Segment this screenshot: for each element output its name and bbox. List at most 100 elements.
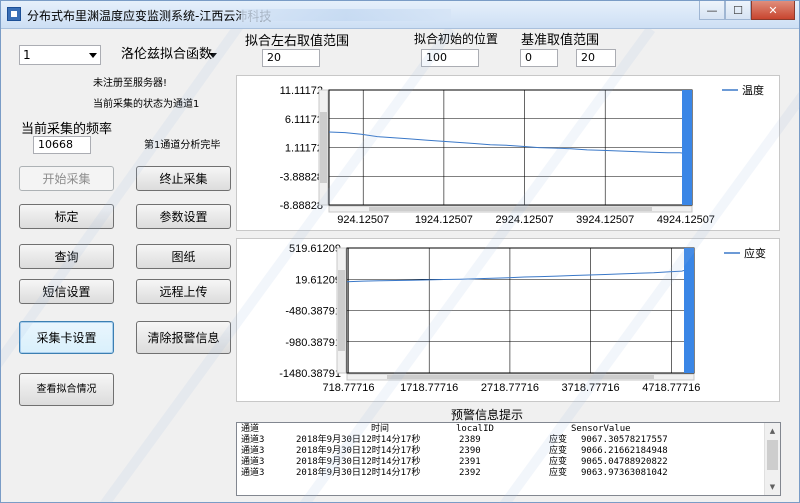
row-local-id: 2389 xyxy=(459,435,481,445)
temperature-chart: 11.11172 6.11172 1.11172 -3.88828 -8.88828 92… xyxy=(236,75,780,231)
list-item[interactable]: 通道3 2018年9月30日12时14分17秒 2389 应变 9067.305… xyxy=(241,435,668,446)
alarm-header-row: 通道 时间 localID SensorValue xyxy=(241,424,631,435)
right-edge-bar xyxy=(684,248,694,373)
row-type: 应变 xyxy=(549,435,568,445)
x-tick-label: 2718.77716 xyxy=(481,382,539,394)
x-tick-label: 2924.12507 xyxy=(495,214,553,226)
temperature-chart-svg: 11.11172 6.11172 1.11172 -3.88828 -8.88828 92… xyxy=(280,83,764,226)
freq-value-field[interactable]: 10668 xyxy=(33,136,91,154)
row-channel: 通道3 xyxy=(241,435,265,445)
y-tick-label: -3.88828 xyxy=(280,171,323,183)
row-time: 2018年9月30日12时14分17秒 xyxy=(296,435,421,445)
channel-select-value: 1 xyxy=(23,48,31,62)
window-controls: — ☐ ✕ xyxy=(699,1,795,21)
freq-label: 当前采集的频率 xyxy=(21,122,113,137)
header-sensor-value: SensorValue xyxy=(571,424,631,434)
legend-label: 应变 xyxy=(744,246,766,260)
row-time: 2018年9月30日12时14分17秒 xyxy=(296,446,421,456)
base-min-field[interactable]: 0 xyxy=(520,49,558,67)
row-value: 9067.30578217557 xyxy=(581,435,668,445)
base-range-label: 基准取值范围 xyxy=(521,33,600,48)
list-item[interactable]: 通道3 2018年9月30日12时14分17秒 2392 应变 9063.973… xyxy=(241,468,668,479)
channel-select[interactable]: 1 xyxy=(19,45,101,65)
scroll-up-icon[interactable]: ▲ xyxy=(765,423,780,439)
base-max-field[interactable]: 20 xyxy=(576,49,616,67)
y-tick-label: -480.38791 xyxy=(285,306,341,318)
x-scroll-thumb xyxy=(369,207,652,211)
y-tick-label: 19.61209 xyxy=(295,274,341,286)
fit-function-value: 洛伦兹拟合函数 xyxy=(121,47,213,62)
y-tick-label: 11.11172 xyxy=(280,85,323,97)
title-bar: 分布式布里渊温度应变监测系统-江西云沛科技 — ☐ ✕ xyxy=(1,1,799,29)
fit-range-field[interactable]: 20 xyxy=(262,49,320,67)
card-settings-button[interactable]: 采集卡设置 xyxy=(19,321,114,354)
window-title: 分布式布里渊温度应变监测系统-江西云沛科技 xyxy=(27,9,272,23)
row-local-id: 2392 xyxy=(459,468,481,478)
x-tick-label: 4718.77716 xyxy=(642,382,700,394)
row-type: 应变 xyxy=(549,468,568,478)
remote-upload-button[interactable]: 远程上传 xyxy=(136,279,231,304)
fit-start-field[interactable]: 100 xyxy=(421,49,479,67)
start-acquire-button[interactable]: 开始采集 xyxy=(19,166,114,191)
legend-label: 温度 xyxy=(742,83,764,97)
fit-start-label: 拟合初始的位置 xyxy=(414,32,499,46)
row-local-id: 2390 xyxy=(459,446,481,456)
y-tick-label: 6.11172 xyxy=(285,114,323,126)
params-button[interactable]: 参数设置 xyxy=(136,204,231,229)
y-tick-label: -1480.38791 xyxy=(279,368,341,380)
channel-done-label: 第1通道分析完毕 xyxy=(144,140,221,151)
query-button[interactable]: 查询 xyxy=(19,244,114,269)
sms-settings-button[interactable]: 短信设置 xyxy=(19,279,114,304)
list-item[interactable]: 通道3 2018年9月30日12时14分17秒 2390 应变 9066.216… xyxy=(241,446,668,457)
alarm-title: 预警信息提示 xyxy=(451,408,524,422)
stop-acquire-button[interactable]: 终止采集 xyxy=(136,166,231,191)
drawing-button[interactable]: 图纸 xyxy=(136,244,231,269)
scroll-down-icon[interactable]: ▼ xyxy=(765,479,780,495)
row-type: 应变 xyxy=(549,457,568,467)
status-channel: 当前采集的状态为通道1 xyxy=(93,99,200,110)
x-tick-label: 3718.77716 xyxy=(562,382,620,394)
chevron-down-icon xyxy=(209,53,217,58)
y-tick-label: -980.38791 xyxy=(285,337,341,349)
row-time: 2018年9月30日12时14分17秒 xyxy=(296,468,421,478)
strain-chart: 519.61209 19.61209 -480.38791 -980.38791 -14… xyxy=(236,238,780,402)
maximize-button[interactable]: ☐ xyxy=(725,1,751,20)
y-tick-label: 519.61209 xyxy=(289,243,341,255)
view-fit-button[interactable]: 查看拟合情况 xyxy=(19,373,114,406)
x-tick-label: 3924.12507 xyxy=(576,214,634,226)
fit-range-label: 拟合左右取值范围 xyxy=(245,34,350,49)
status-not-registered: 未注册至服务器! xyxy=(93,78,168,89)
row-channel: 通道3 xyxy=(241,468,265,478)
right-edge-bar xyxy=(682,90,692,205)
alarm-list[interactable]: 通道 时间 localID SensorValue 通道3 2018年9月30日… xyxy=(236,422,781,496)
x-tick-label: 718.77716 xyxy=(323,382,375,394)
header-channel: 通道 xyxy=(241,424,260,434)
x-tick-label: 1718.77716 xyxy=(400,382,458,394)
scroll-thumb[interactable] xyxy=(767,440,778,470)
row-value: 9066.21662184948 xyxy=(581,446,668,456)
alarm-list-scrollbar[interactable]: ▲ ▼ xyxy=(764,423,780,495)
fit-function-select[interactable]: 洛伦兹拟合函数 xyxy=(117,45,221,65)
row-value: 9065.04788920822 xyxy=(581,457,668,467)
row-value: 9063.97363081042 xyxy=(581,468,668,478)
y-tick-label: 1.11172 xyxy=(285,143,323,155)
main-window: 分布式布里渊温度应变监测系统-江西云沛科技 — ☐ ✕ 1 洛伦兹拟合函数 未注… xyxy=(0,0,800,503)
x-scroll-thumb xyxy=(387,375,654,379)
y-scroll-thumb xyxy=(320,112,327,183)
minimize-button[interactable]: — xyxy=(699,1,725,20)
header-time: 时间 xyxy=(371,424,390,434)
calibrate-button[interactable]: 标定 xyxy=(19,204,114,229)
list-item[interactable]: 通道3 2018年9月30日12时14分17秒 2391 应变 9065.047… xyxy=(241,457,668,468)
title-bar-glow xyxy=(241,9,451,21)
row-time: 2018年9月30日12时14分17秒 xyxy=(296,457,421,467)
close-button[interactable]: ✕ xyxy=(751,1,795,20)
y-scroll-thumb xyxy=(338,270,345,351)
header-local-id: localID xyxy=(456,424,494,434)
app-icon xyxy=(7,7,21,21)
strain-chart-svg: 519.61209 19.61209 -480.38791 -980.38791 -14… xyxy=(279,243,766,394)
y-tick-label: -8.88828 xyxy=(280,200,323,212)
row-channel: 通道3 xyxy=(241,446,265,456)
chevron-down-icon xyxy=(89,53,97,58)
clear-alarm-button[interactable]: 清除报警信息 xyxy=(136,321,231,354)
row-type: 应变 xyxy=(549,446,568,456)
